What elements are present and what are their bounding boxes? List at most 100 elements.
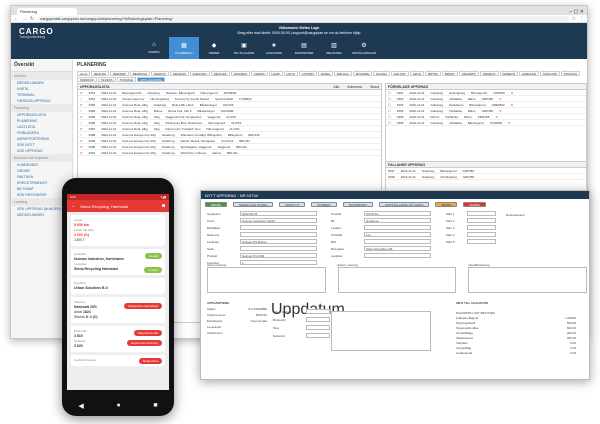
menu-item-starta[interactable]: ⌂ STARTA [139, 37, 169, 59]
field-input[interactable] [364, 239, 431, 244]
dialog-button[interactable]: KOPIERA [311, 202, 337, 207]
note-textarea[interactable] [207, 267, 326, 293]
remove-icon[interactable]: ✕ [511, 91, 514, 95]
dialog-button[interactable]: SPARA [205, 202, 227, 207]
camera-icon[interactable]: ◙ [162, 203, 165, 209]
dialog-button[interactable]: UPPSTÄLLNING PÅ GATAN [379, 202, 430, 207]
note-textarea[interactable] [468, 267, 588, 293]
report-load-button[interactable]: Rapportera lastmängd [124, 303, 162, 309]
field-input[interactable] [364, 253, 431, 258]
window-controls[interactable]: – ▢ ✕ [567, 9, 587, 15]
remove-icon[interactable]: ✕ [499, 109, 502, 113]
dialog-button[interactable]: SKRIV UT [279, 202, 306, 207]
filter-chip[interactable]: STDOIHS [560, 71, 580, 76]
field-input[interactable] [364, 225, 431, 230]
report-button[interactable]: Rapportera [138, 358, 162, 364]
checkbox-icon[interactable]: ☐ [388, 115, 391, 119]
reload-icon[interactable]: ↻ [30, 16, 34, 22]
field-input[interactable]: Stena Recykling AB [364, 246, 431, 251]
dialog-button[interactable]: SPARA OCH STÄNG [232, 202, 274, 207]
field-input[interactable] [306, 325, 330, 330]
menu-item-rapporter[interactable]: ▤ RAPPORTER [289, 37, 319, 59]
filter-chip[interactable]: FRERS [251, 71, 268, 76]
back-arrow-icon[interactable]: ← [71, 203, 76, 209]
field-input[interactable] [467, 232, 496, 237]
filter-chip[interactable]: ALLA [77, 71, 91, 76]
field-input[interactable]: Nulman Industrier Karlsh. [240, 218, 317, 223]
url-field[interactable]: cargoportal.cargoplan.se/cargopoint/plan… [37, 15, 569, 22]
field-input[interactable] [467, 211, 496, 216]
back-nav-icon[interactable]: ◀ [78, 402, 83, 410]
filter-chip[interactable]: DEMIOW [170, 71, 189, 76]
menu-item-register[interactable]: ▥ REGISTER [319, 37, 349, 59]
filter-chip[interactable]: LSTRSD [298, 71, 317, 76]
remove-icon[interactable]: ✕ [508, 121, 511, 125]
dialog-button[interactable]: TRANSPORT [342, 202, 374, 207]
menu-item-loggning[interactable]: ★ LOGGNING [259, 37, 289, 59]
table-row[interactable]: ✕ 3391 2022-11-01 Kosmos Europe Ind, Alby Gö… [78, 150, 381, 156]
menu-item-order[interactable]: ◆ ORDER [199, 37, 229, 59]
back-icon[interactable]: ← [14, 16, 19, 22]
filter-chip[interactable]: SORROIV [77, 77, 97, 82]
filter-chip[interactable]: SKBERN [499, 71, 518, 76]
field-input[interactable]: 2022-08-25 [240, 211, 317, 216]
menu-item-inställningar[interactable]: ⚙ INSTÄLLNINGAR [349, 37, 379, 59]
dialog-button[interactable]: SPARA [435, 202, 458, 207]
filter-chip[interactable]: FRESTEN [189, 71, 210, 76]
field-input[interactable]: SVAN 6A [364, 211, 431, 216]
filter-chip[interactable]: DHASH [373, 71, 390, 76]
field-input[interactable] [240, 246, 317, 251]
filter-chip[interactable]: BRTSS [424, 71, 441, 76]
field-input[interactable] [306, 317, 330, 322]
checkbox-icon[interactable]: ☐ [388, 109, 391, 113]
filter-option[interactable]: Alla [333, 85, 339, 89]
home-nav-icon[interactable]: ● [116, 402, 120, 410]
filter-chip[interactable]: FAM/ROC [230, 71, 251, 76]
checkbox-icon[interactable]: ☐ [388, 97, 391, 101]
note-textarea[interactable] [337, 267, 457, 293]
filter-chip[interactable]: TOFDIGH [116, 77, 137, 82]
filter-chip[interactable]: UPPLÅGGNING [137, 77, 166, 82]
checkbox-icon[interactable]: ☐ [388, 103, 391, 107]
report-unload-button[interactable]: Rapportera lossning [127, 340, 162, 346]
filter-chip[interactable]: BERARR [110, 71, 129, 76]
checkbox-icon[interactable]: ☐ [388, 91, 391, 95]
filter-chip[interactable]: ALBRKAR [518, 71, 539, 76]
field-input[interactable]: Fru [364, 232, 431, 237]
checkbox-icon[interactable]: ☐ [388, 121, 391, 125]
filter-chip[interactable]: DAREI [317, 71, 333, 76]
filter-chip[interactable]: SVAVUAB [539, 71, 560, 76]
filter-chip[interactable]: LIFTH [283, 71, 298, 76]
menu-item-tid-tillgång[interactable]: ▣ TID-TILLGÅNG [229, 37, 259, 59]
filter-chip[interactable]: MÖGDRE [352, 71, 373, 76]
filter-chip[interactable]: DERKAT [151, 71, 169, 76]
loaded-badge[interactable]: Lastad [144, 253, 162, 259]
remove-icon[interactable]: ✕ [511, 103, 514, 107]
filter-chip[interactable]: SRHRGT [479, 71, 499, 76]
filter-chip[interactable]: LAGB [268, 71, 283, 76]
field-input[interactable]: Hnrbrooa [364, 218, 431, 223]
field-input[interactable] [467, 225, 496, 230]
report-weight-button[interactable]: Rapportera vikt [133, 330, 162, 336]
dialog-button[interactable]: ÅNGRA [463, 202, 487, 207]
browser-tab[interactable]: Planering [17, 8, 77, 15]
unloaded-badge[interactable]: Lossad [144, 267, 162, 273]
remove-icon[interactable]: ✕ [495, 115, 498, 119]
weight-textarea[interactable] [331, 311, 431, 351]
filter-chip[interactable]: DROGDF [210, 71, 230, 76]
field-input[interactable] [467, 239, 496, 244]
filter-chip[interactable]: BEALDS [91, 71, 110, 76]
filter-chip[interactable]: BEROFSA [129, 71, 151, 76]
recents-nav-icon[interactable]: ■ [153, 402, 157, 410]
filter-chip[interactable]: GRLAST [390, 71, 409, 76]
forward-icon[interactable]: → [22, 16, 27, 22]
filter-option[interactable]: Skaut [370, 85, 379, 89]
filter-chip[interactable]: SRAPEFT [459, 71, 479, 76]
filter-option[interactable]: Ankomna [347, 85, 362, 89]
field-input[interactable] [240, 232, 317, 237]
field-input[interactable] [306, 333, 330, 338]
filter-chip[interactable]: BRFRY [441, 71, 459, 76]
remove-icon[interactable]: ✕ [499, 97, 502, 101]
field-input[interactable]: Nulman PS Bohus [240, 239, 317, 244]
field-input[interactable] [240, 225, 317, 230]
